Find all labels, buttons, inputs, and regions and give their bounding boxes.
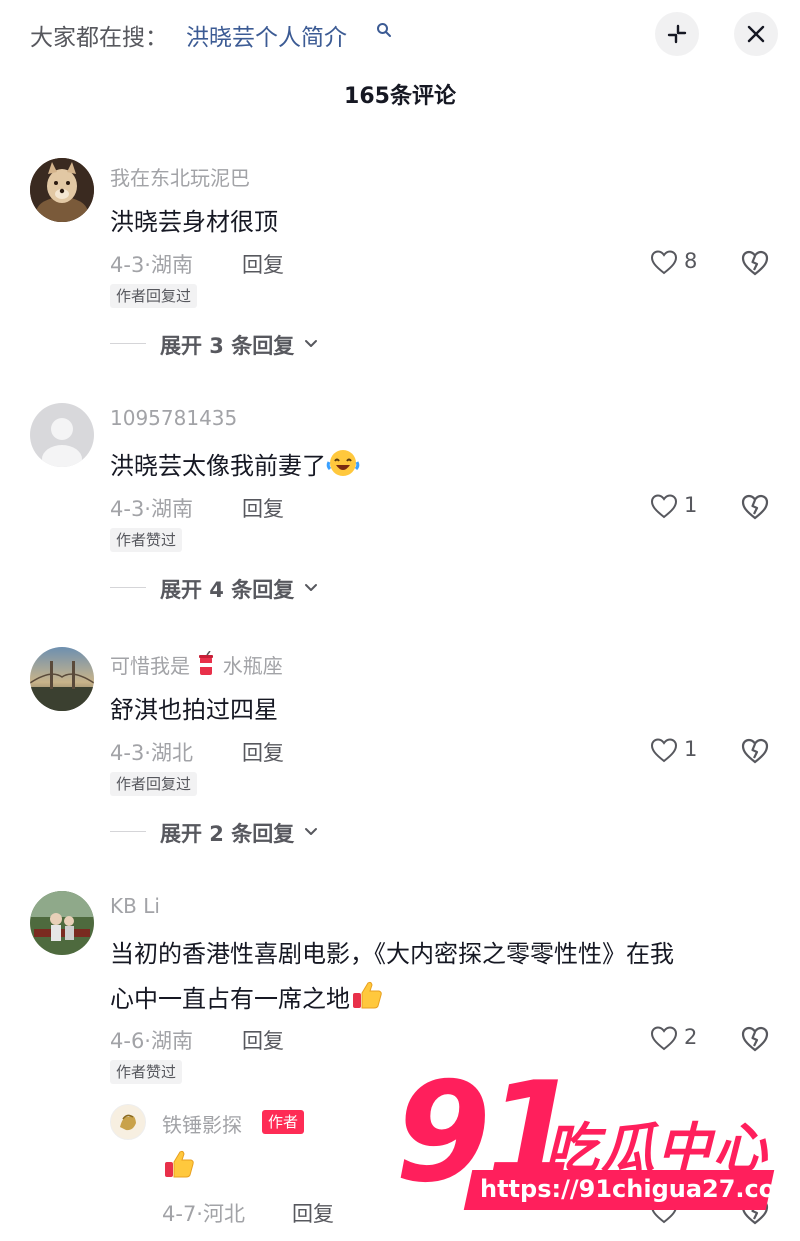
expand-divider	[110, 587, 146, 588]
avatar[interactable]	[30, 158, 94, 222]
broken-heart-icon[interactable]	[740, 492, 770, 520]
like-count: 1	[684, 493, 698, 517]
reply-username[interactable]: 铁锤影探	[162, 1109, 242, 1138]
like-count: 2	[684, 1025, 698, 1049]
reply-button[interactable]: 回复	[242, 249, 284, 279]
like-count: 8	[684, 249, 698, 273]
author-interaction-badge: 作者赞过	[110, 1060, 183, 1084]
broken-heart-icon[interactable]	[740, 1024, 770, 1052]
reply-button[interactable]: 回复	[242, 493, 284, 523]
reply-meta: 4-7·河北	[162, 1202, 245, 1226]
avatar[interactable]	[30, 891, 94, 955]
thumbs-up-emoji-icon	[165, 1150, 194, 1178]
laughing-crying-emoji-icon	[326, 450, 360, 476]
expand-divider	[110, 343, 146, 344]
expand-divider	[110, 831, 146, 832]
collapse-icon	[667, 24, 687, 44]
comment-text-line-2: 心中一直占有一席之地	[110, 979, 384, 1014]
chevron-down-icon	[305, 828, 317, 835]
comment-text-line-1: 当初的香港性喜剧电影，《大内密探之零零性性》在我	[110, 940, 674, 968]
comment-username[interactable]: KB Li	[110, 894, 160, 918]
drink-cup-emoji-icon	[199, 651, 214, 675]
author-interaction-badge: 作者回复过	[110, 284, 198, 308]
heart-icon[interactable]	[650, 1025, 678, 1051]
heart-icon[interactable]	[650, 249, 678, 275]
comment-text: 洪晓芸身材很顶	[110, 208, 278, 236]
top-bar: 大家都在搜： 洪晓芸个人简介	[0, 0, 800, 70]
author-interaction-badge: 作者回复过	[110, 772, 198, 796]
avatar[interactable]	[110, 1104, 146, 1140]
expand-replies-button[interactable]: 展开 2 条回复	[160, 818, 294, 848]
broken-heart-icon[interactable]	[740, 248, 770, 276]
reply-button[interactable]: 回复	[242, 737, 284, 767]
avatar[interactable]	[30, 647, 94, 711]
comment-username[interactable]: 可惜我是 水瓶座	[110, 650, 283, 679]
heart-icon[interactable]	[650, 737, 678, 763]
comment-text: 舒淇也拍过四星	[110, 696, 278, 724]
search-suggestion-link[interactable]: 洪晓芸个人简介	[186, 18, 347, 52]
comment-meta: 4-3·湖南	[110, 253, 193, 277]
expand-replies-button[interactable]: 展开 3 条回复	[160, 330, 294, 360]
comment-count-title: 165条评论	[344, 84, 456, 109]
comment-meta: 4-3·湖南	[110, 497, 193, 521]
avatar[interactable]	[30, 403, 94, 467]
collapse-button[interactable]	[655, 12, 699, 56]
search-suggestion-prefix: 大家都在搜：	[30, 25, 168, 51]
comment-meta: 4-3·湖北	[110, 741, 193, 765]
reply-button[interactable]: 回复	[292, 1198, 334, 1228]
close-button[interactable]	[734, 12, 778, 56]
reply-button[interactable]: 回复	[242, 1025, 284, 1055]
expand-replies-button[interactable]: 展开 4 条回复	[160, 574, 294, 604]
broken-heart-icon[interactable]	[740, 736, 770, 764]
like-count: 1	[684, 737, 698, 761]
comment-meta: 4-6·湖南	[110, 1029, 193, 1053]
comment-username[interactable]: 我在东北玩泥巴	[110, 162, 250, 191]
chevron-down-icon	[305, 584, 317, 591]
thumbs-up-emoji-icon	[353, 981, 382, 1009]
watermark-url: https://91chigua27.com	[480, 1175, 800, 1203]
comment-text: 洪晓芸太像我前妻了	[110, 446, 360, 481]
author-interaction-badge: 作者赞过	[110, 528, 183, 552]
chevron-down-icon	[305, 340, 317, 347]
search-icon[interactable]	[376, 22, 392, 38]
close-icon	[747, 25, 765, 43]
heart-icon[interactable]	[650, 493, 678, 519]
author-tag: 作者	[262, 1110, 305, 1134]
comment-username[interactable]: 1095781435	[110, 406, 237, 430]
